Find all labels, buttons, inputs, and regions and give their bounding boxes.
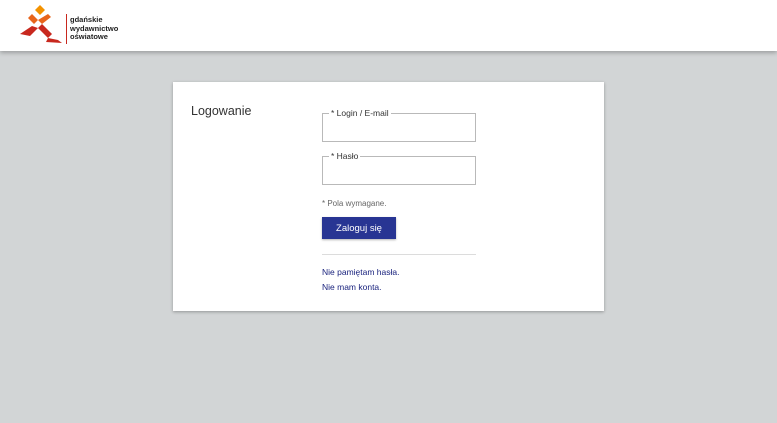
login-button[interactable]: Zaloguj się <box>322 217 396 239</box>
register-link[interactable]: Nie mam konta. <box>322 282 382 292</box>
required-fields-note: * Pola wymagane. <box>322 199 387 208</box>
page-title: Logowanie <box>191 104 252 118</box>
logo-wordmark: gdańskie wydawnictwo oświatowe <box>70 15 118 42</box>
gwo-logo-icon[interactable] <box>18 4 66 44</box>
login-field-label: * Login / E-mail <box>329 108 391 118</box>
login-card: Logowanie * Login / E-mail * Hasło * Pol… <box>173 82 604 311</box>
forgot-password-link[interactable]: Nie pamiętam hasła. <box>322 267 399 277</box>
password-input[interactable] <box>323 157 475 184</box>
site-header: gdańskie wydawnictwo oświatowe <box>0 0 777 51</box>
password-field-label: * Hasło <box>329 151 361 161</box>
logo-divider <box>66 14 67 44</box>
login-field[interactable]: * Login / E-mail <box>322 108 476 142</box>
logo-line-3: oświatowe <box>70 32 108 41</box>
divider <box>322 254 476 255</box>
password-field[interactable]: * Hasło <box>322 151 476 185</box>
login-input[interactable] <box>323 114 475 141</box>
